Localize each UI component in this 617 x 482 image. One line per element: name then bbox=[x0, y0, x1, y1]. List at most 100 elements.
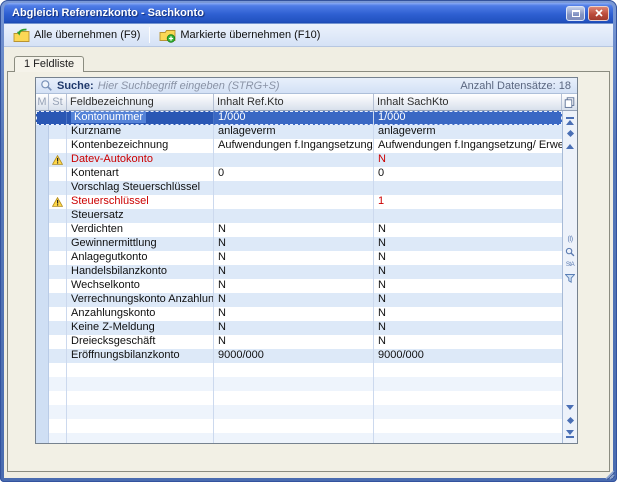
status-cell bbox=[49, 349, 67, 363]
sach-value-cell: anlageverm bbox=[374, 125, 562, 139]
field-name-text: Handelsbilanzkonto bbox=[71, 265, 167, 277]
column-header-feldbezeichnung[interactable]: Feldbezeichnung bbox=[67, 94, 214, 110]
close-button[interactable] bbox=[588, 6, 609, 21]
search-label: Suche: bbox=[57, 80, 94, 92]
table-row[interactable]: AnzahlungskontoNN bbox=[36, 307, 562, 321]
table-body: Kontonummer1/0001/000Kurzname anlageverma… bbox=[36, 111, 562, 443]
scroll-to-bottom-button[interactable] bbox=[564, 427, 577, 440]
sach-value-cell: N bbox=[374, 293, 562, 307]
table-row[interactable]: Steuerschlüssel 1 bbox=[36, 195, 562, 209]
row-indicator-cell bbox=[36, 377, 49, 391]
fix-column-button[interactable]: (I) bbox=[564, 233, 577, 246]
field-name-text: Steuerschlüssel bbox=[71, 195, 149, 207]
field-name-cell bbox=[67, 363, 214, 377]
row-indicator-cell bbox=[36, 181, 49, 195]
table-row[interactable]: Datev-AutokontoN bbox=[36, 153, 562, 167]
scroll-up-button[interactable] bbox=[564, 140, 577, 153]
maximize-icon bbox=[572, 10, 580, 17]
table-row[interactable]: WechselkontoNN bbox=[36, 279, 562, 293]
bar-glyph bbox=[566, 117, 574, 119]
status-cell bbox=[49, 111, 67, 125]
grid-search-button[interactable] bbox=[564, 246, 577, 259]
row-indicator-cell bbox=[36, 111, 49, 125]
scroll-next-marked-button[interactable] bbox=[564, 414, 577, 427]
sach-value-cell bbox=[374, 181, 562, 195]
ref-value-cell bbox=[214, 391, 374, 405]
field-name-text: Wechselkonto bbox=[71, 279, 140, 291]
ref-value-cell: 0 bbox=[214, 167, 374, 181]
field-name-cell: Vorschlag Steuerschlüssel bbox=[67, 181, 214, 195]
column-header-inhalt-refkto[interactable]: Inhalt Ref.Kto bbox=[214, 94, 374, 110]
column-chooser-button[interactable] bbox=[562, 94, 577, 110]
field-name-cell: Kontenbezeichnung bbox=[67, 139, 214, 153]
maximize-button[interactable] bbox=[566, 6, 585, 21]
field-name-cell: Handelsbilanzkonto bbox=[67, 265, 214, 279]
field-name-text: Kurzname bbox=[71, 125, 121, 137]
ref-value-cell: N bbox=[214, 293, 374, 307]
status-cell bbox=[49, 293, 67, 307]
row-indicator-cell bbox=[36, 335, 49, 349]
field-name-cell: Eröffnungsbilanzkonto bbox=[67, 349, 214, 363]
table-row[interactable]: Eröffnungsbilanzkonto9000/0009000/000 bbox=[36, 349, 562, 363]
sort-button[interactable]: StA bbox=[564, 259, 577, 272]
resize-grip[interactable] bbox=[603, 468, 615, 480]
field-name-text: Keine Z-Meldung bbox=[71, 321, 155, 333]
ref-value-cell: 1/000 bbox=[214, 111, 374, 125]
table-row[interactable]: DreiecksgeschäftNN bbox=[36, 335, 562, 349]
field-name-text: Anzahlungskonto bbox=[71, 307, 155, 319]
table-row[interactable]: Vorschlag Steuerschlüssel bbox=[36, 181, 562, 195]
ref-value-cell bbox=[214, 363, 374, 377]
status-cell bbox=[49, 419, 67, 433]
table-row[interactable]: VerdichtenNN bbox=[36, 223, 562, 237]
vertical-scrollbar[interactable]: (I) StA bbox=[562, 111, 577, 443]
search-bar[interactable]: Suche: Hier Suchbegriff eingeben (STRG+S… bbox=[36, 78, 577, 94]
field-name-cell: Keine Z-Meldung bbox=[67, 321, 214, 335]
table-row[interactable]: Steuersatz bbox=[36, 209, 562, 223]
dialog-window: Abgleich Referenzkonto - Sachkonto Alle … bbox=[0, 0, 617, 482]
scroll-to-top-button[interactable] bbox=[564, 114, 577, 127]
status-cell bbox=[49, 377, 67, 391]
ref-value-cell: Aufwendungen f.Ingangsetzung/ Erweit.d.G… bbox=[214, 139, 374, 153]
filter-button[interactable] bbox=[564, 272, 577, 285]
ref-value-cell bbox=[214, 181, 374, 195]
status-cell bbox=[49, 237, 67, 251]
warning-icon bbox=[52, 155, 63, 165]
row-indicator-cell bbox=[36, 363, 49, 377]
table-row[interactable]: Kontonummer1/0001/000 bbox=[36, 111, 562, 125]
table-row[interactable]: Keine Z-MeldungNN bbox=[36, 321, 562, 335]
table-row[interactable]: GewinnermittlungNN bbox=[36, 237, 562, 251]
ref-value-cell: N bbox=[214, 251, 374, 265]
table-row[interactable]: AnlagegutkontoNN bbox=[36, 251, 562, 265]
field-name-text: Anlagegutkonto bbox=[71, 251, 147, 263]
column-header-st[interactable]: St bbox=[49, 94, 67, 110]
apply-all-label: Alle übernehmen (F9) bbox=[34, 29, 140, 41]
scroll-down-button[interactable] bbox=[564, 401, 577, 414]
sach-value-cell bbox=[374, 391, 562, 405]
column-header-inhalt-sachkto[interactable]: Inhalt SachKto bbox=[374, 94, 562, 110]
titlebar[interactable]: Abgleich Referenzkonto - Sachkonto bbox=[4, 3, 613, 23]
ref-value-cell: anlageverm bbox=[214, 125, 374, 139]
table-row[interactable]: HandelsbilanzkontoNN bbox=[36, 265, 562, 279]
ref-value-cell: N bbox=[214, 335, 374, 349]
table-row[interactable]: Verrechnungskonto AnzahlungNN bbox=[36, 293, 562, 307]
apply-all-button[interactable]: Alle übernehmen (F9) bbox=[9, 27, 144, 44]
table-row[interactable]: KontenbezeichnungAufwendungen f.Ingangse… bbox=[36, 139, 562, 153]
status-cell bbox=[49, 321, 67, 335]
row-indicator-cell bbox=[36, 223, 49, 237]
table-row[interactable]: Kontenart00 bbox=[36, 167, 562, 181]
sach-value-cell: Aufwendungen f.Ingangsetzung/ Erweit.d.G… bbox=[374, 139, 562, 153]
sach-value-cell bbox=[374, 419, 562, 433]
triangle-down-icon bbox=[566, 405, 574, 410]
ref-value-cell: N bbox=[214, 279, 374, 293]
apply-marked-button[interactable]: Markierte übernehmen (F10) bbox=[155, 27, 324, 44]
sach-value-cell: 1 bbox=[374, 195, 562, 209]
empty-row bbox=[36, 391, 562, 405]
table-row[interactable]: Kurzname anlagevermanlageverm bbox=[36, 125, 562, 139]
ref-value-cell bbox=[214, 433, 374, 443]
scroll-prev-marked-button[interactable] bbox=[564, 127, 577, 140]
field-name-text: Dreiecksgeschäft bbox=[71, 335, 155, 347]
field-name-cell: Kontonummer bbox=[67, 111, 214, 125]
tab-feldliste[interactable]: 1 Feldliste bbox=[14, 56, 84, 72]
row-indicator-cell bbox=[36, 167, 49, 181]
column-header-m[interactable]: M bbox=[36, 94, 49, 110]
